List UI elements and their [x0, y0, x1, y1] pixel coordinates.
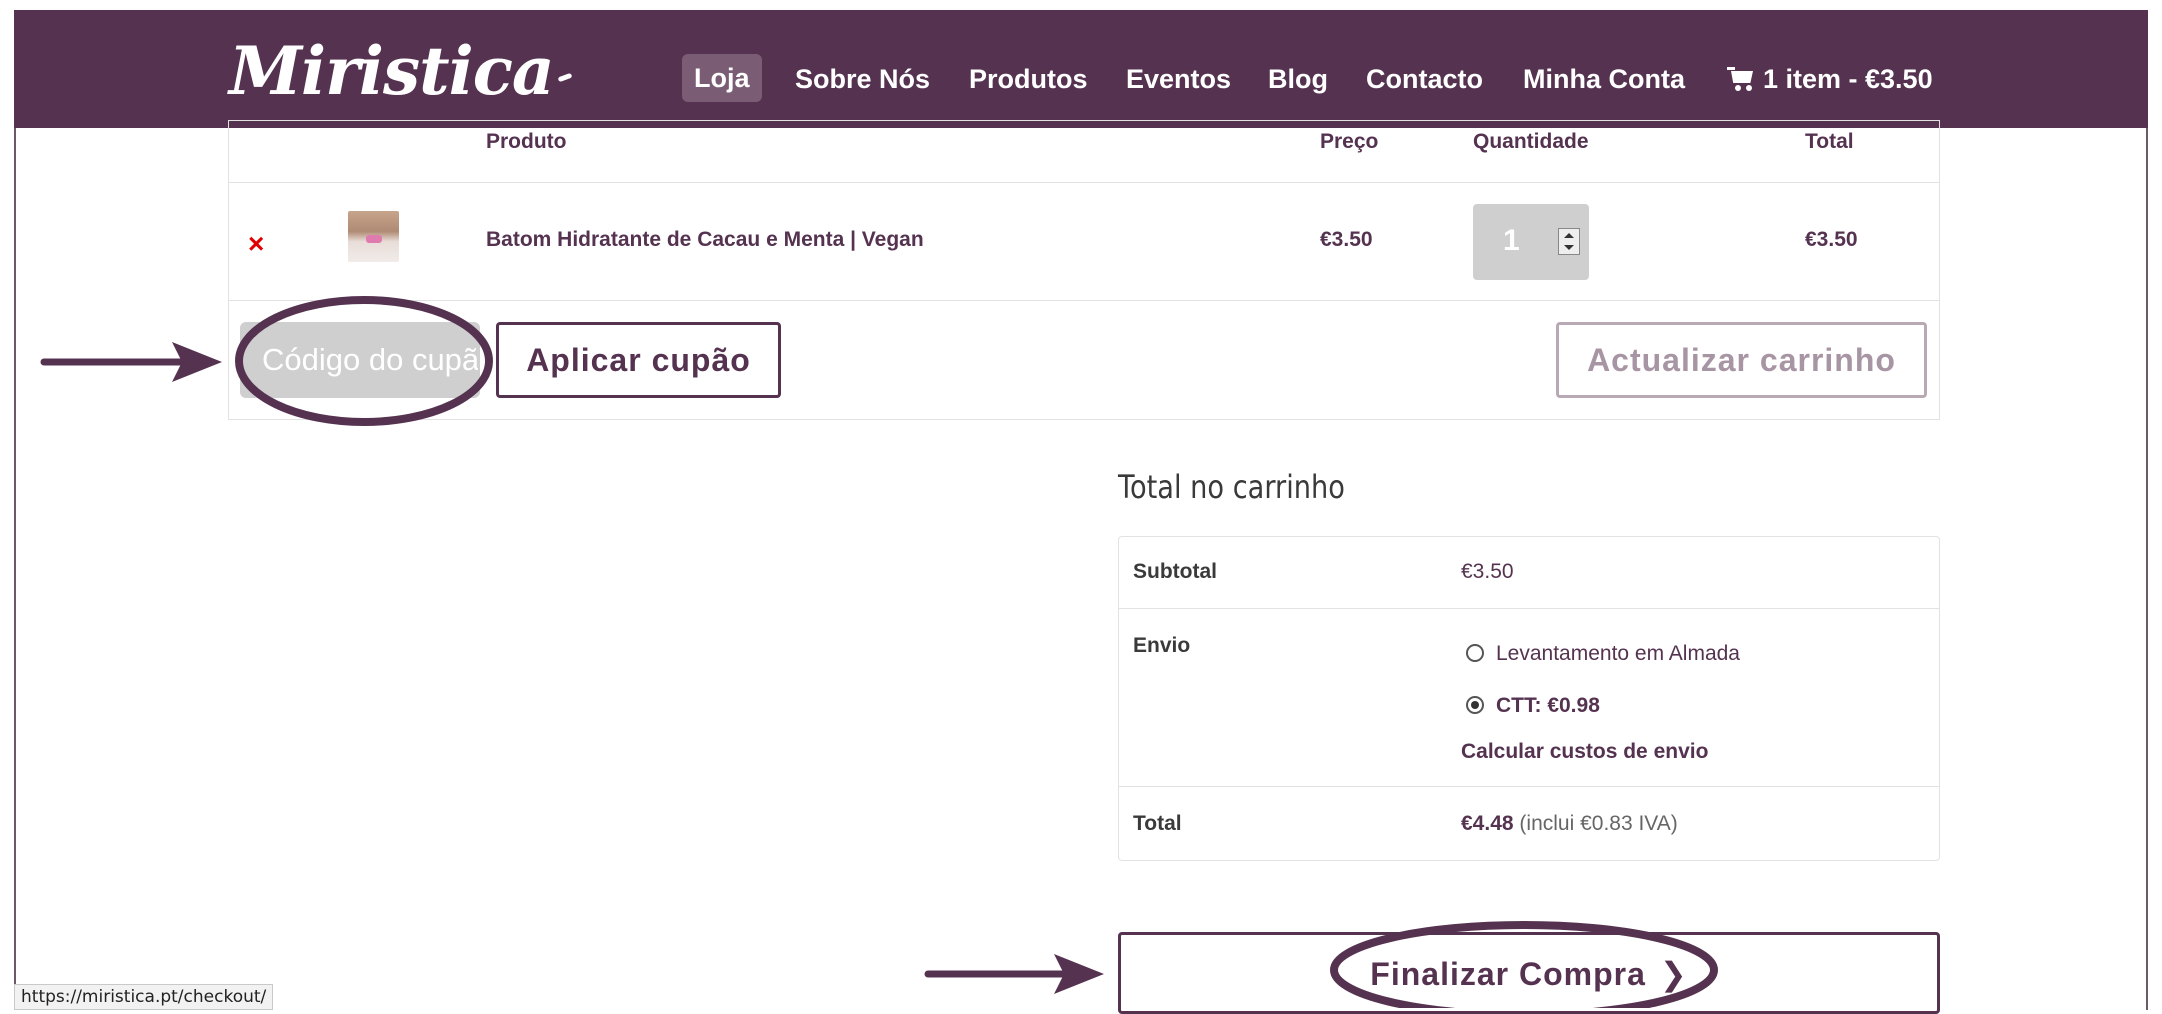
quantity-stepper[interactable]: 1: [1473, 204, 1589, 280]
quantity-value: 1: [1503, 224, 1520, 257]
header-cart-label: 1 item - €3.50: [1763, 64, 1933, 94]
shipping-option-radio-ctt[interactable]: [1466, 696, 1484, 714]
spinner-arrows-icon[interactable]: [1558, 228, 1580, 255]
totals-divider: [1118, 608, 1940, 609]
product-price: €3.50: [1320, 228, 1373, 251]
subtotal-label: Subtotal: [1133, 560, 1217, 583]
cart-icon: [1727, 67, 1755, 91]
total-label: Total: [1133, 812, 1182, 835]
column-header-quantity: Quantidade: [1473, 130, 1589, 153]
column-header-total: Total: [1805, 130, 1854, 153]
apply-coupon-button[interactable]: Aplicar cupão: [496, 322, 781, 398]
shipping-option-label-ctt[interactable]: CTT: €0.98: [1496, 694, 1600, 718]
coupon-code-input[interactable]: [240, 322, 480, 398]
checkout-label: Finalizar Compra: [1370, 956, 1646, 992]
product-name-link[interactable]: Batom Hidratante de Cacau e Menta | Vega…: [486, 228, 924, 252]
column-header-price: Preço: [1320, 130, 1379, 153]
nav-item-blog[interactable]: Blog: [1268, 54, 1328, 104]
checkout-button[interactable]: Finalizar Compra ❯: [1118, 932, 1940, 1014]
table-divider: [228, 300, 1940, 301]
totals-divider: [1118, 786, 1940, 787]
column-header-product: Produto: [486, 130, 567, 153]
shipping-option-radio-almada[interactable]: [1466, 644, 1484, 662]
nav-item-loja[interactable]: Loja: [682, 54, 762, 102]
shipping-option-label-almada[interactable]: Levantamento em Almada: [1496, 642, 1740, 666]
shipping-label: Envio: [1133, 634, 1191, 657]
product-thumbnail[interactable]: [348, 211, 399, 262]
table-divider: [228, 182, 1940, 183]
update-cart-button[interactable]: Actualizar carrinho: [1556, 322, 1927, 398]
nav-item-minha-conta[interactable]: Minha Conta: [1523, 54, 1685, 104]
nav-item-contacto[interactable]: Contacto: [1366, 54, 1483, 104]
cart-totals-title: Total no carrinho: [1118, 468, 1345, 506]
chevron-right-icon: ❯: [1659, 956, 1688, 992]
main-nav: Loja Sobre Nós Produtos Eventos Blog Con…: [14, 54, 2148, 104]
total-tax-note: (inclui €0.83 IVA): [1519, 812, 1678, 835]
calculate-shipping-link[interactable]: Calcular custos de envio: [1461, 740, 1708, 764]
product-line-total: €3.50: [1805, 228, 1858, 251]
nav-item-sobre-nos[interactable]: Sobre Nós: [795, 54, 930, 104]
subtotal-value: €3.50: [1461, 560, 1514, 583]
nav-item-produtos[interactable]: Produtos: [969, 54, 1088, 104]
header-cart-link[interactable]: 1 item - €3.50: [1727, 54, 1933, 104]
total-value-row: €4.48 (inclui €0.83 IVA): [1461, 812, 1678, 836]
browser-status-url: https://miristica.pt/checkout/: [14, 984, 274, 1010]
total-value: €4.48: [1461, 812, 1514, 835]
remove-item-icon[interactable]: ×: [248, 228, 264, 260]
site-header: Miristica Loja Sobre Nós Produtos Evento…: [14, 10, 2148, 128]
nav-item-eventos[interactable]: Eventos: [1126, 54, 1231, 104]
